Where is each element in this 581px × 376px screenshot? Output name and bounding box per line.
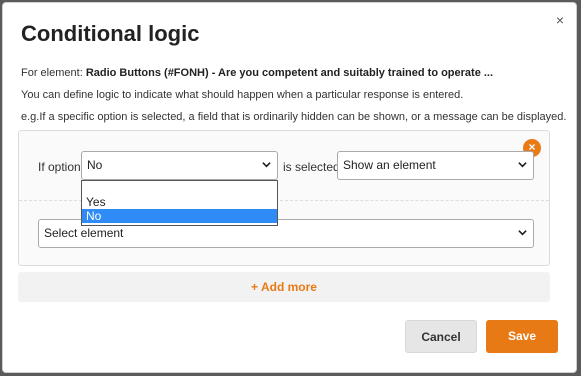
element-select-value: Select element — [44, 226, 124, 240]
action-select-value: Show an element — [343, 158, 436, 172]
element-name: Radio Buttons (#FONH) - Are you competen… — [85, 67, 494, 79]
chevron-down-icon — [518, 230, 527, 236]
chevron-down-icon — [262, 162, 271, 168]
if-option-label: If option — [38, 160, 81, 174]
save-button[interactable]: Save — [486, 320, 558, 353]
chevron-down-icon — [518, 162, 527, 168]
dialog-title: Conditional logic — [21, 21, 200, 46]
description-text: You can define logic to indicate what sh… — [21, 89, 464, 101]
cancel-button[interactable]: Cancel — [405, 320, 477, 353]
dropdown-option-selected[interactable]: No — [82, 209, 277, 223]
element-info: For element: Radio Buttons (#FONH) - Are… — [21, 67, 493, 79]
dropdown-option[interactable] — [82, 181, 277, 195]
option-select[interactable]: No — [81, 151, 278, 180]
close-icon[interactable]: × — [556, 13, 564, 27]
add-more-button[interactable]: + Add more — [18, 272, 550, 302]
element-prefix: For element: — [21, 67, 86, 79]
dropdown-option[interactable]: Yes — [82, 195, 277, 209]
option-select-value: No — [87, 158, 103, 172]
example-text: e.g.If a specific option is selected, a … — [21, 111, 567, 123]
action-select[interactable]: Show an element — [337, 151, 534, 180]
option-dropdown-list: Yes No — [81, 180, 278, 226]
is-selected-label: is selected, — [283, 160, 344, 174]
